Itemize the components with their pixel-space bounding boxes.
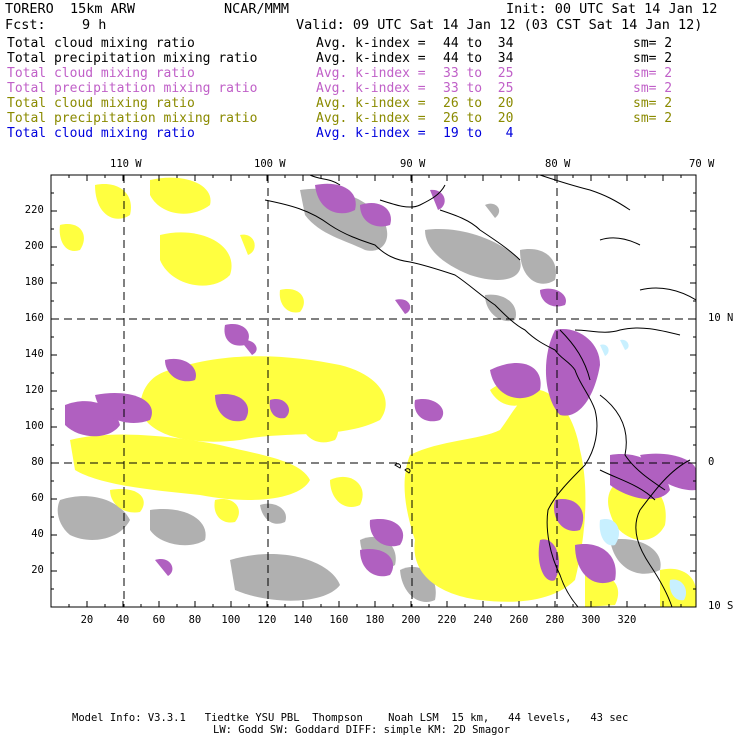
- x-tick-label: 240: [473, 614, 493, 626]
- x-tick-label: 160: [329, 614, 349, 626]
- x-tick-label: 260: [509, 614, 529, 626]
- x-tick-label: 120: [257, 614, 277, 626]
- y-tick-label: 60: [31, 492, 44, 504]
- lon-label-110w: 110 W: [110, 158, 142, 170]
- lon-label-100w: 100 W: [254, 158, 286, 170]
- x-tick-label: 220: [437, 614, 457, 626]
- x-tick-label: 140: [293, 614, 313, 626]
- y-tick-label: 20: [31, 564, 44, 576]
- x-tick-label: 80: [188, 614, 202, 626]
- x-tick-label: 60: [152, 614, 166, 626]
- x-tick-label: 100: [221, 614, 241, 626]
- y-tick-label: 180: [24, 276, 44, 288]
- y-tick-label: 120: [24, 384, 44, 396]
- lat-label-10n: 10 N: [708, 312, 734, 324]
- x-tick-label: 320: [617, 614, 637, 626]
- x-tick-label: 180: [365, 614, 385, 626]
- x-tick-label: 200: [401, 614, 421, 626]
- map-plot: [50, 174, 697, 608]
- lat-label-0: 0: [708, 456, 715, 468]
- y-tick-label: 220: [24, 204, 44, 216]
- y-tick-label: 100: [24, 420, 44, 432]
- model-info-line2: LW: Godd SW: Goddard DIFF: simple KM: 2D…: [213, 724, 511, 736]
- y-tick-label: 80: [31, 456, 44, 468]
- x-tick-label: 280: [545, 614, 565, 626]
- lat-label-10s: 10 S: [708, 600, 734, 612]
- lon-label-90w: 90 W: [400, 158, 426, 170]
- x-tick-label: 300: [581, 614, 601, 626]
- y-tick-label: 140: [24, 348, 44, 360]
- x-tick-label: 40: [116, 614, 130, 626]
- lon-label-70w: 70 W: [689, 158, 715, 170]
- x-tick-label: 20: [80, 614, 94, 626]
- y-tick-label: 160: [24, 312, 44, 324]
- model-info-line1: Model Info: V3.3.1 Tiedtke YSU PBL Thomp…: [72, 712, 629, 724]
- y-tick-label: 200: [24, 240, 44, 252]
- lon-label-80w: 80 W: [545, 158, 571, 170]
- y-tick-label: 40: [31, 528, 44, 540]
